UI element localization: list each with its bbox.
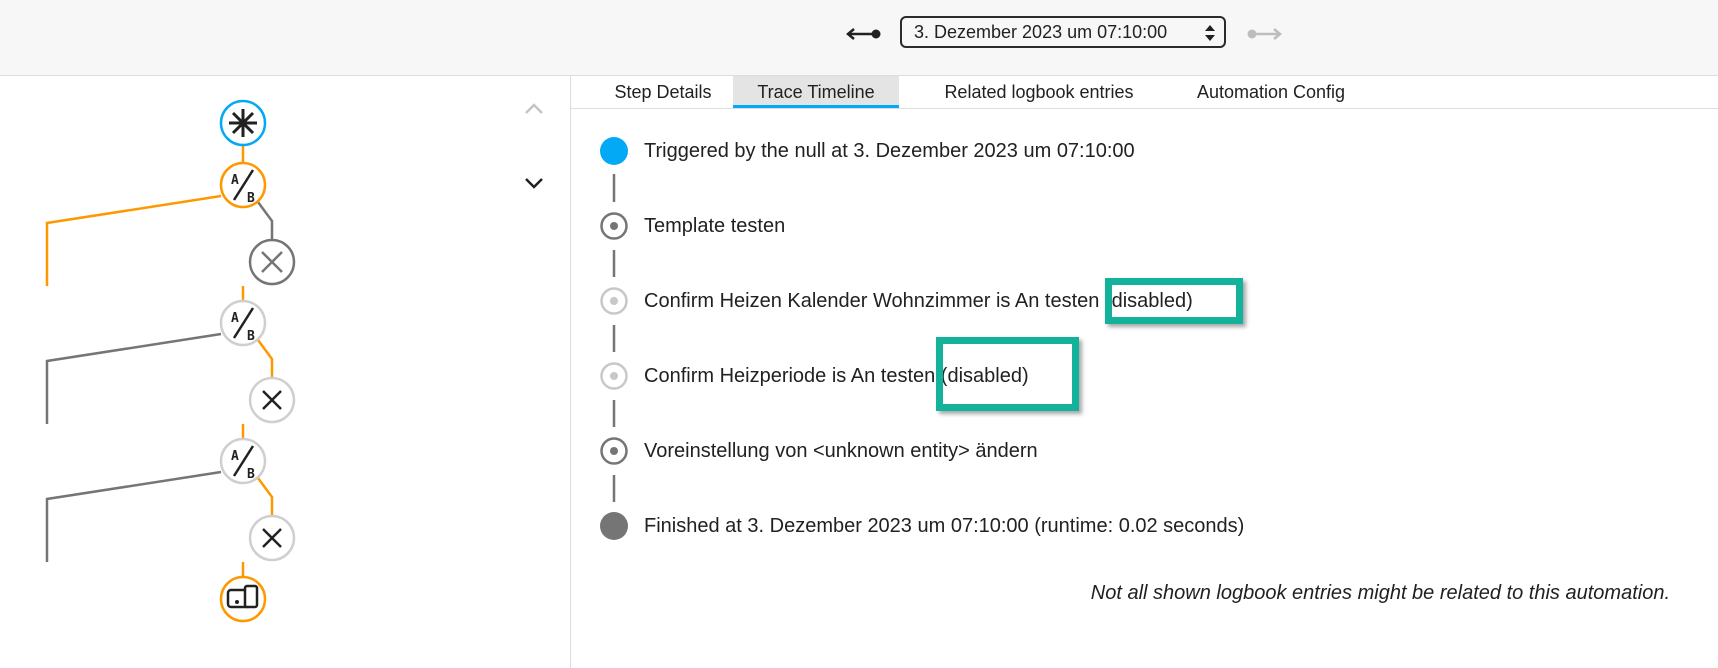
svg-text:A: A — [231, 173, 239, 188]
chevron-down-icon[interactable] — [525, 178, 543, 189]
graph-edge — [45, 470, 222, 562]
condition-ab-icon[interactable]: A B — [219, 299, 267, 347]
highlight-box — [1105, 278, 1243, 324]
graph-edge — [256, 477, 274, 516]
tab-related-logbook-entries[interactable]: Related logbook entries — [911, 76, 1167, 108]
condition-ab-icon[interactable]: A B — [219, 161, 267, 209]
arrow-right-stop-icon — [1247, 28, 1282, 40]
logbook-note: Not all shown logbook entries might be r… — [1090, 582, 1670, 604]
condition-ab-icon[interactable]: A B — [219, 437, 267, 485]
trace-tabs: Step Details Trace Timeline Related logb… — [571, 76, 1718, 109]
highlight-box — [936, 337, 1079, 411]
tab-step-details[interactable]: Step Details — [589, 76, 737, 108]
previous-trace-button[interactable] — [844, 22, 884, 46]
timeline-step-disabled-icon — [600, 362, 628, 390]
svg-text:B: B — [247, 329, 255, 344]
timeline-entry-template: Template testen — [644, 215, 786, 237]
timeline-step-icon — [600, 212, 628, 240]
trace-graph: A B A B A B — [45, 99, 543, 623]
svg-text:B: B — [247, 467, 255, 482]
timeline-finish-dot — [600, 512, 628, 540]
timeline-trigger-dot — [600, 137, 628, 165]
tab-trace-timeline[interactable]: Trace Timeline — [733, 76, 899, 108]
trace-toolbar: 3. Dezember 2023 um 07:10:00 — [0, 0, 1718, 76]
close-icon[interactable] — [248, 238, 296, 286]
close-icon[interactable] — [248, 376, 296, 424]
trigger-asterisk-icon[interactable] — [219, 99, 267, 147]
close-icon[interactable] — [248, 514, 296, 562]
graph-edge — [256, 339, 274, 378]
arrow-left-stop-icon — [846, 28, 881, 40]
trace-select[interactable]: 3. Dezember 2023 um 07:10:00 — [900, 16, 1226, 48]
timeline-track — [600, 137, 628, 540]
graph-edge — [256, 201, 274, 240]
next-trace-button[interactable] — [1244, 22, 1284, 46]
tab-automation-config[interactable]: Automation Config — [1171, 76, 1371, 108]
trace-graph-panel: A B A B A B — [0, 76, 571, 668]
select-arrows-icon — [1205, 25, 1215, 41]
svg-text:A: A — [231, 311, 239, 326]
timeline-step-icon — [600, 437, 628, 465]
timeline-step-disabled-icon — [600, 287, 628, 315]
timeline-entry-finished: Finished at 3. Dezember 2023 um 07:10:00… — [644, 515, 1245, 537]
trace-select-value: 3. Dezember 2023 um 07:10:00 — [914, 22, 1168, 42]
svg-text:A: A — [231, 449, 239, 464]
graph-edge — [45, 332, 222, 424]
timeline-entry-voreinstellung: Voreinstellung von <unknown entity> ände… — [644, 440, 1038, 462]
chevron-up-icon[interactable] — [525, 103, 543, 114]
timeline-entry-trigger: Triggered by the null at 3. Dezember 202… — [644, 140, 1135, 162]
svg-text:B: B — [247, 191, 255, 206]
graph-edge — [45, 194, 222, 286]
device-action-icon[interactable] — [219, 575, 267, 623]
